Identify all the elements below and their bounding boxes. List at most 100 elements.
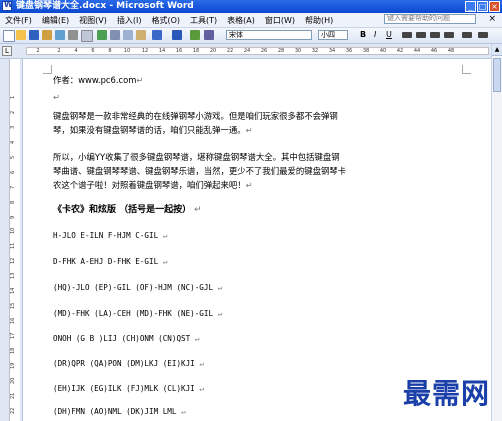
menu-file[interactable]: 文件(F) (0, 15, 37, 26)
ruler-number: 12 (141, 48, 149, 54)
word-app-icon[interactable] (2, 0, 13, 11)
menu-format[interactable]: 格式(O) (146, 15, 185, 26)
permission-icon[interactable] (42, 30, 52, 40)
document-close-icon[interactable]: × (488, 14, 496, 25)
horizontal-ruler[interactable]: L 2 2 4 6 8 10 12 14 16 18 20 22 24 26 2… (0, 44, 502, 59)
menu-insert[interactable]: 插入(I) (112, 15, 147, 26)
ruler-number: 18 (192, 48, 200, 54)
vruler-number: 6 (10, 170, 16, 174)
vruler-number: 10 (10, 227, 16, 234)
vruler-number: 16 (10, 317, 16, 324)
ruler-number: 46 (430, 48, 438, 54)
scroll-thumb[interactable] (493, 58, 501, 92)
underline-button[interactable]: U (386, 29, 392, 41)
doc-paragraph-2a[interactable]: 所以，小编YY收集了很多键盘钢琴谱，堪称键盘钢琴谱大全。其中包括键盘钢 (53, 150, 340, 164)
doc-paragraph-1a[interactable]: 键盘钢琴是一款非常经典的在线弹钢琴小游戏。但是咱们玩家很多都不会弹钢 (53, 109, 338, 123)
vruler-number: 4 (10, 140, 16, 144)
doc-empty-line: ↵ (53, 92, 61, 102)
italic-button[interactable]: I (374, 29, 376, 41)
vertical-ruler[interactable]: 1 2 3 4 5 6 7 8 9 10 11 12 13 14 15 16 1… (0, 59, 23, 421)
doc-paragraph-2c[interactable]: 农这个谱子啦！对照着键盘钢琴谱，咱们弹起来吧！↵ (53, 178, 253, 192)
email-icon[interactable] (55, 30, 65, 40)
ruler-number: 20 (209, 48, 217, 54)
ruler-number: 28 (277, 48, 285, 54)
vruler-number: 15 (10, 302, 16, 309)
redo-icon[interactable] (172, 30, 182, 40)
menu-window[interactable]: 窗口(W) (260, 15, 300, 26)
align-center-icon[interactable] (416, 32, 426, 38)
doc-paragraph-2b[interactable]: 琴曲谱、键盘钢琴琴谱、键盘钢琴乐谱，当然，更少不了我们最爱的键盘钢琴卡 (53, 164, 346, 178)
window-controls: _ □ × (465, 1, 500, 12)
menu-help[interactable]: 帮助(H) (300, 15, 338, 26)
print-preview-icon[interactable] (81, 30, 93, 42)
score-line-6[interactable]: (DR)QPR (QA)PON (DM)LKJ (EI)KJI ↵ (53, 357, 204, 371)
ruler-number: 34 (328, 48, 336, 54)
vruler-number: 14 (10, 287, 16, 294)
minimize-button[interactable]: _ (465, 1, 476, 12)
vruler-number: 18 (10, 347, 16, 354)
document-page[interactable]: 作者：www.pc6.com↵ ↵ 键盘钢琴是一款非常经典的在线弹钢琴小游戏。但… (23, 59, 491, 421)
window-titlebar[interactable]: 键盘钢琴谱大全.docx - Microsoft Word _ □ × (0, 0, 502, 13)
undo-icon[interactable] (152, 30, 162, 40)
menu-tools[interactable]: 工具(T) (185, 15, 222, 26)
menu-table[interactable]: 表格(A) (222, 15, 260, 26)
score-line-8[interactable]: (DH)FMN (AO)NML (DK)JIM LML ↵ (53, 405, 186, 419)
open-folder-icon[interactable] (16, 30, 26, 40)
paste-icon[interactable] (136, 30, 146, 40)
vruler-number: 11 (10, 242, 16, 249)
cut-icon[interactable] (110, 30, 120, 40)
vruler-number: 9 (10, 215, 16, 219)
shrink-font-icon[interactable] (478, 32, 488, 38)
ruler-number: 16 (175, 48, 183, 54)
ruler-number: 2 (36, 48, 40, 54)
ruler-number: 2 (57, 48, 61, 54)
grow-font-icon[interactable] (462, 32, 472, 38)
vruler-number: 5 (10, 155, 16, 159)
score-line-7[interactable]: (EH)IJK (EG)ILK (FJ)MLK (CL)KJI ↵ (53, 382, 204, 396)
bold-button[interactable]: B (360, 29, 366, 41)
close-button[interactable]: × (489, 1, 500, 12)
crop-mark (43, 65, 52, 74)
vruler-number: 21 (10, 392, 16, 399)
align-left-icon[interactable] (402, 32, 412, 38)
score-line-5[interactable]: ONOH (G B )LIJ (CH)ONM (CN)QST ↵ (53, 332, 199, 346)
bullets-icon[interactable] (444, 32, 454, 38)
vruler-number: 2 (10, 110, 16, 114)
copy-icon[interactable] (123, 30, 133, 40)
menubar: 文件(F) 编辑(E) 视图(V) 插入(I) 格式(O) 工具(T) 表格(A… (0, 13, 502, 28)
menu-edit[interactable]: 编辑(E) (37, 15, 74, 26)
vruler-number: 13 (10, 272, 16, 279)
score-line-1[interactable]: H-JLO E-ILN F-HJM C-GIL ↵ (53, 229, 167, 243)
ruler-number: 42 (396, 48, 404, 54)
zoom-icon[interactable] (190, 30, 200, 40)
formatting-toolbar: 宋体 小四 B I U (0, 28, 502, 44)
maximize-button[interactable]: □ (477, 1, 488, 12)
vruler-number: 1 (10, 95, 16, 99)
scroll-up-icon[interactable]: ▲ (492, 44, 502, 56)
ruler-number: 24 (243, 48, 251, 54)
doc-heading[interactable]: 《卡农》和炫版 （括号是一起按） ↵ (53, 203, 202, 217)
save-icon[interactable] (29, 30, 39, 40)
help-search-input[interactable] (384, 14, 476, 24)
font-name-select[interactable]: 宋体 (226, 30, 312, 40)
doc-paragraph-1b[interactable]: 琴，如果没有键盘钢琴谱的话，咱们只能乱弹一通。↵ (53, 123, 253, 137)
tab-selector-icon[interactable]: L (2, 46, 12, 56)
score-line-4[interactable]: (MD)-FHK (LA)-CEH (MD)-FHK (NE)-GIL ↵ (53, 307, 222, 321)
new-document-icon[interactable] (3, 30, 15, 42)
spelling-icon[interactable] (97, 30, 107, 40)
ruler-number: 14 (158, 48, 166, 54)
score-line-2[interactable]: D-FHK A-EHJ D-FHK E-GIL ↵ (53, 255, 167, 269)
vertical-scrollbar[interactable]: ▲ (491, 44, 502, 421)
font-size-select[interactable]: 小四 (318, 30, 348, 40)
ruler-number: 40 (379, 48, 387, 54)
menu-view[interactable]: 视图(V) (74, 15, 112, 26)
ruler-number: 48 (447, 48, 455, 54)
doc-author-line[interactable]: 作者：www.pc6.com↵ (53, 73, 143, 87)
vruler-number: 7 (10, 185, 16, 189)
ruler-number: 22 (226, 48, 234, 54)
numbering-icon[interactable] (430, 32, 440, 38)
help-icon[interactable] (204, 30, 214, 40)
score-line-3[interactable]: (HQ)-JLO (EP)-GIL (OF)-HJM (NC)-GJL ↵ (53, 281, 222, 295)
print-icon[interactable] (68, 30, 78, 40)
ruler-number: 32 (311, 48, 319, 54)
